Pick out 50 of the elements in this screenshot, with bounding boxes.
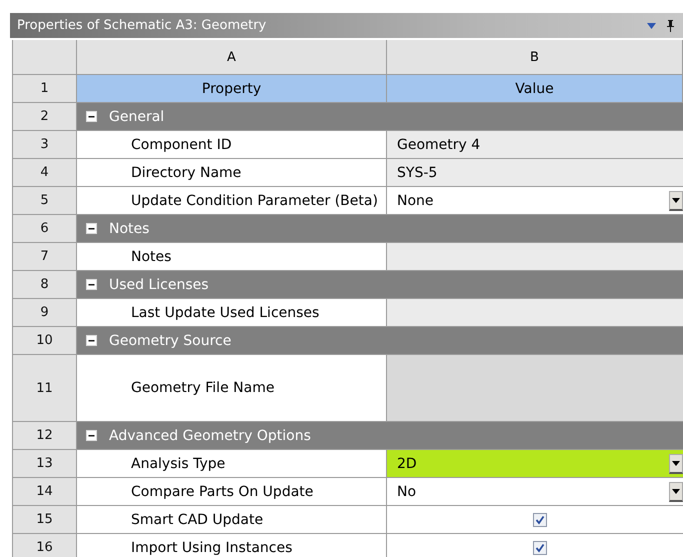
row-number: 8 bbox=[13, 271, 77, 299]
row-number: 2 bbox=[13, 103, 77, 131]
section-header[interactable]: Used Licenses bbox=[77, 271, 683, 299]
panel-title: Properties of Schematic A3: Geometry bbox=[17, 18, 268, 33]
checkbox[interactable] bbox=[533, 540, 547, 554]
row-number: 15 bbox=[13, 506, 77, 534]
caret-icon[interactable] bbox=[669, 454, 683, 474]
section-header[interactable]: Advanced Geometry Options bbox=[77, 422, 683, 450]
row-number: 1 bbox=[13, 75, 77, 103]
dropdown-field[interactable]: 2D bbox=[387, 450, 683, 478]
property-name: Update Condition Parameter (Beta) bbox=[77, 187, 387, 215]
dropdown-icon[interactable] bbox=[647, 22, 656, 28]
row-number: 11 bbox=[13, 355, 77, 422]
value-cell: SYS-5 bbox=[387, 159, 683, 187]
property-name: Last Update Used Licenses bbox=[77, 299, 387, 327]
row-number: 13 bbox=[13, 450, 77, 478]
row-number: 16 bbox=[13, 534, 77, 557]
property-name: Component ID bbox=[77, 131, 387, 159]
column-header: Property bbox=[77, 75, 387, 103]
caret-icon[interactable] bbox=[669, 482, 683, 502]
row-number: 9 bbox=[13, 299, 77, 327]
collapse-icon[interactable] bbox=[86, 111, 97, 122]
column-header: A bbox=[77, 40, 387, 75]
section-header[interactable]: General bbox=[77, 103, 683, 131]
collapse-icon[interactable] bbox=[86, 430, 97, 441]
collapse-icon[interactable] bbox=[86, 223, 97, 234]
section-header[interactable]: Notes bbox=[77, 215, 683, 243]
property-name: Notes bbox=[77, 243, 387, 271]
section-header[interactable]: Geometry Source bbox=[77, 327, 683, 355]
property-name: Directory Name bbox=[77, 159, 387, 187]
row-number: 10 bbox=[13, 327, 77, 355]
row-number: 4 bbox=[13, 159, 77, 187]
caret-icon[interactable] bbox=[669, 190, 683, 210]
row-number: 3 bbox=[13, 131, 77, 159]
value-cell: Geometry 4 bbox=[387, 131, 683, 159]
column-header: Value bbox=[387, 75, 683, 103]
row-number: 12 bbox=[13, 422, 77, 450]
row-number: 7 bbox=[13, 243, 77, 271]
column-header: B bbox=[387, 40, 683, 75]
pin-icon[interactable] bbox=[666, 20, 675, 32]
property-name: Analysis Type bbox=[77, 450, 387, 478]
row-number: 14 bbox=[13, 478, 77, 506]
collapse-icon[interactable] bbox=[86, 279, 97, 290]
property-name: Compare Parts On Update bbox=[77, 478, 387, 506]
collapse-icon[interactable] bbox=[86, 335, 97, 346]
checkbox[interactable] bbox=[533, 512, 547, 526]
property-name: Smart CAD Update bbox=[77, 506, 387, 534]
row-number: 5 bbox=[13, 187, 77, 215]
property-name: Geometry File Name bbox=[77, 355, 387, 422]
row-number: 6 bbox=[13, 215, 77, 243]
